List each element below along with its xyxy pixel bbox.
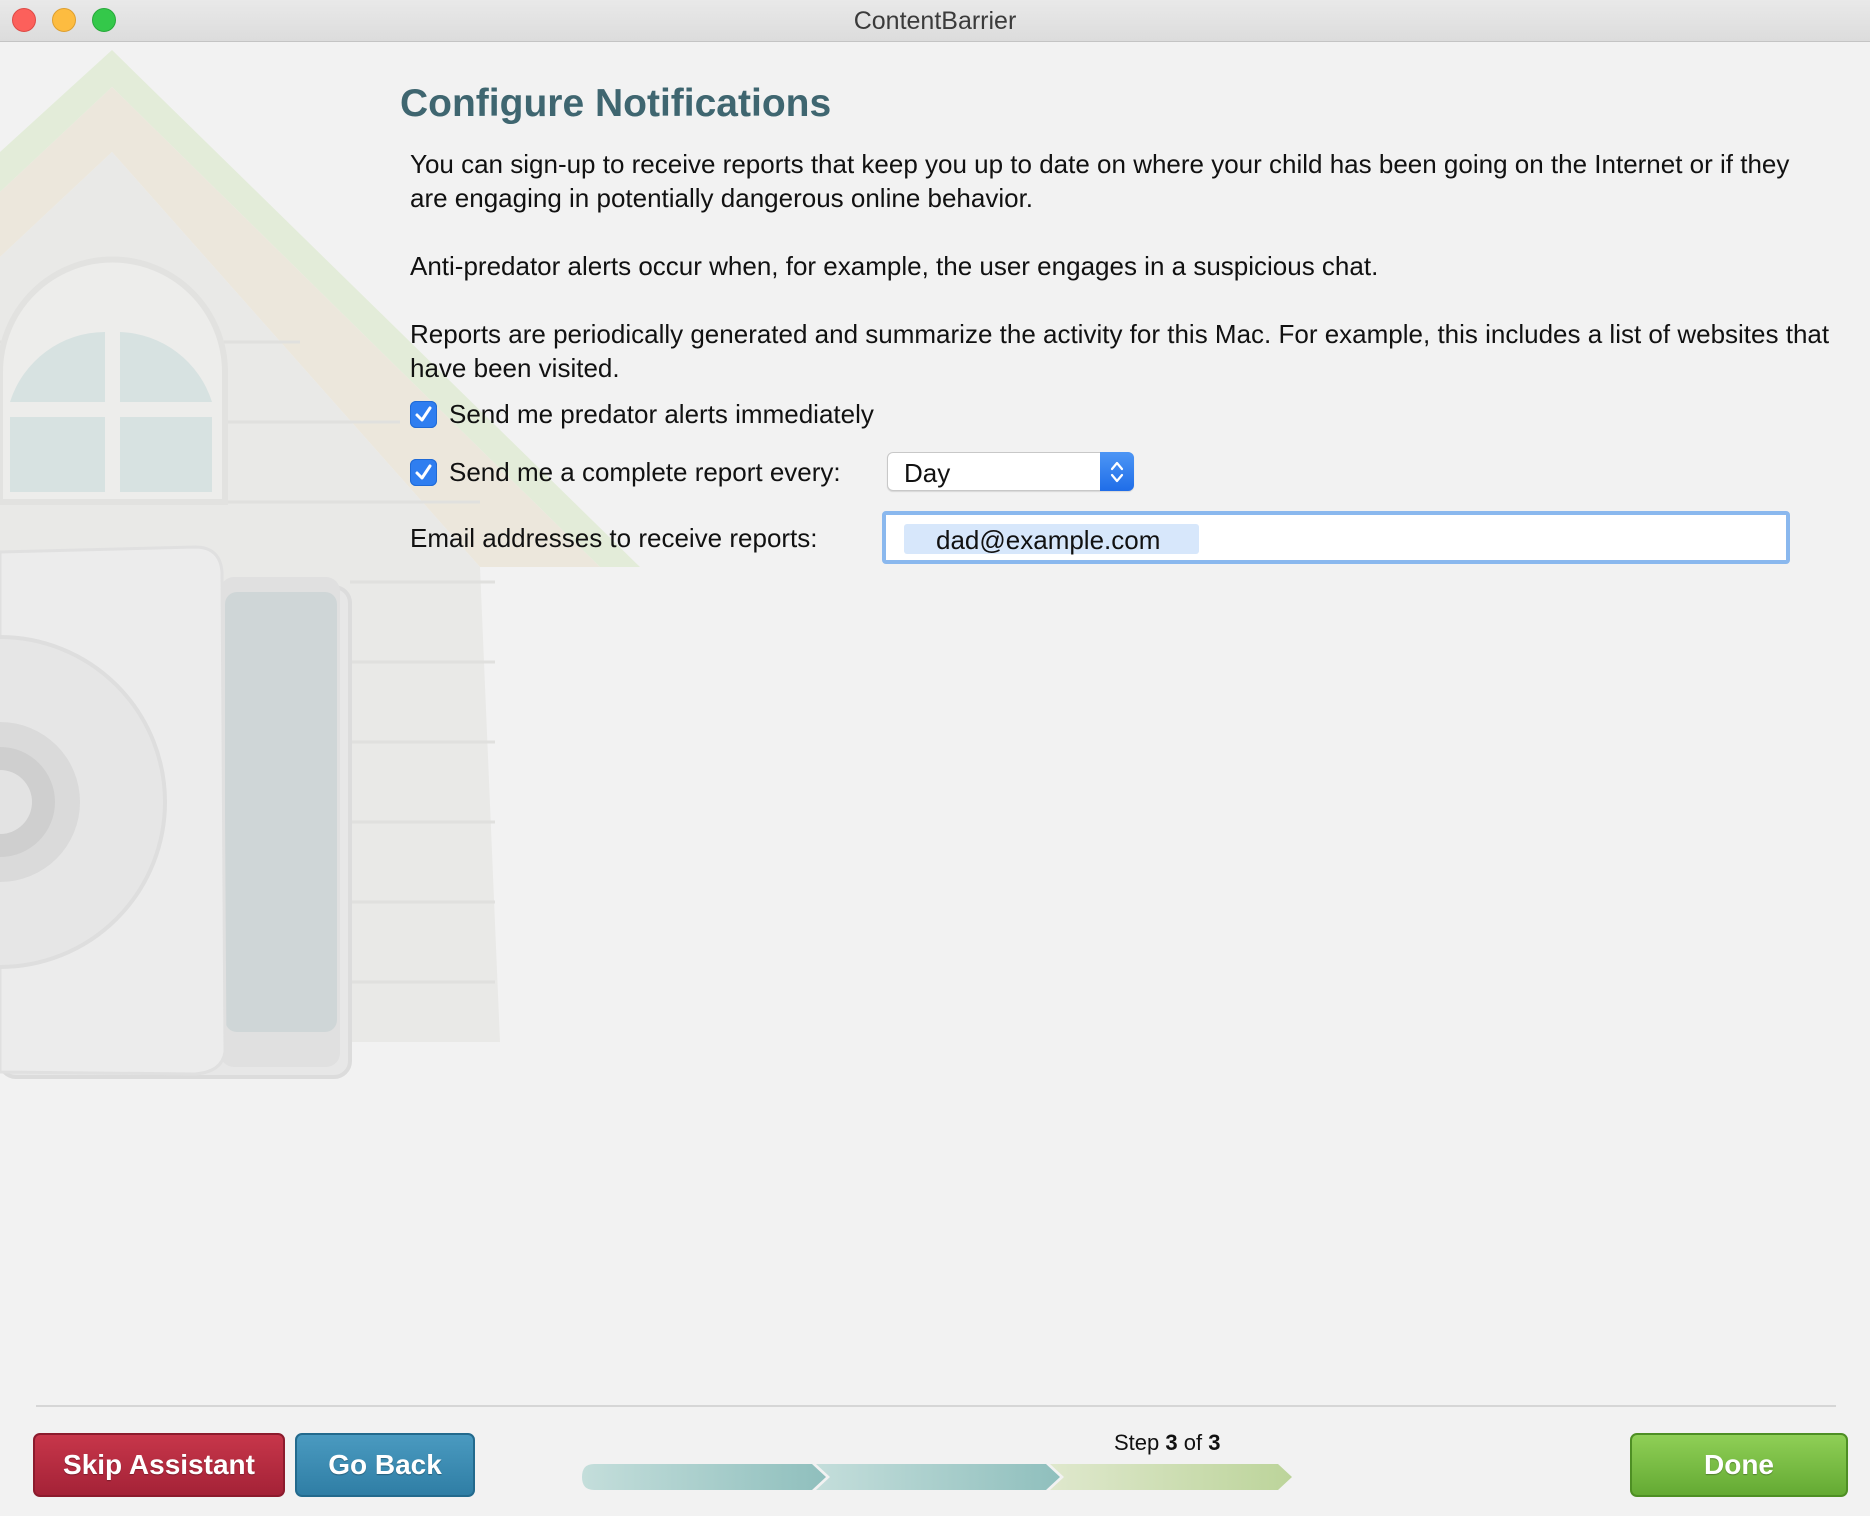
step-indicator: Step 3 of 3 (1114, 1430, 1221, 1456)
step-of: of (1183, 1430, 1203, 1455)
email-token-text: dad@example.com (936, 525, 1161, 555)
page-title: Configure Notifications (400, 82, 832, 125)
email-token[interactable]: dad@example.com (904, 524, 1199, 555)
predator-alerts-option[interactable]: Send me predator alerts immediately (410, 399, 874, 430)
predator-alerts-checkbox[interactable] (410, 401, 437, 428)
done-button[interactable]: Done (1630, 1433, 1848, 1497)
email-token-field[interactable]: dad@example.com (882, 511, 1790, 564)
complete-report-checkbox[interactable] (410, 459, 437, 486)
skip-assistant-button[interactable]: Skip Assistant (33, 1433, 285, 1497)
up-down-chevron-icon[interactable] (1100, 452, 1134, 491)
step-current: 3 (1165, 1430, 1178, 1455)
checkmark-icon (415, 406, 432, 422)
window-title: ContentBarrier (853, 7, 1017, 35)
footer-divider (36, 1405, 1836, 1407)
title-bar: ContentBarrier (0, 0, 1870, 42)
checkmark-icon (415, 464, 432, 480)
email-label: Email addresses to receive reports: (410, 523, 818, 553)
report-description: Reports are periodically generated and s… (410, 319, 1830, 383)
progress-segment-3 (1050, 1464, 1292, 1490)
predator-alert-description: Anti-predator alerts occur when, for exa… (410, 251, 1379, 281)
go-back-button[interactable]: Go Back (295, 1433, 475, 1497)
progress-segment-2 (816, 1464, 1060, 1490)
report-frequency-select[interactable]: Day (887, 452, 1134, 491)
intro-paragraph: You can sign-up to receive reports that … (410, 149, 1790, 213)
complete-report-label[interactable]: Send me a complete report every: (449, 457, 841, 488)
step-total: 3 (1208, 1430, 1221, 1455)
step-progress-bar (582, 1464, 1292, 1490)
progress-segment-1 (582, 1464, 826, 1490)
predator-alerts-label[interactable]: Send me predator alerts immediately (449, 399, 874, 430)
step-prefix: Step (1114, 1430, 1160, 1455)
report-frequency-value: Day (904, 458, 951, 488)
complete-report-option[interactable]: Send me a complete report every: (410, 457, 841, 488)
